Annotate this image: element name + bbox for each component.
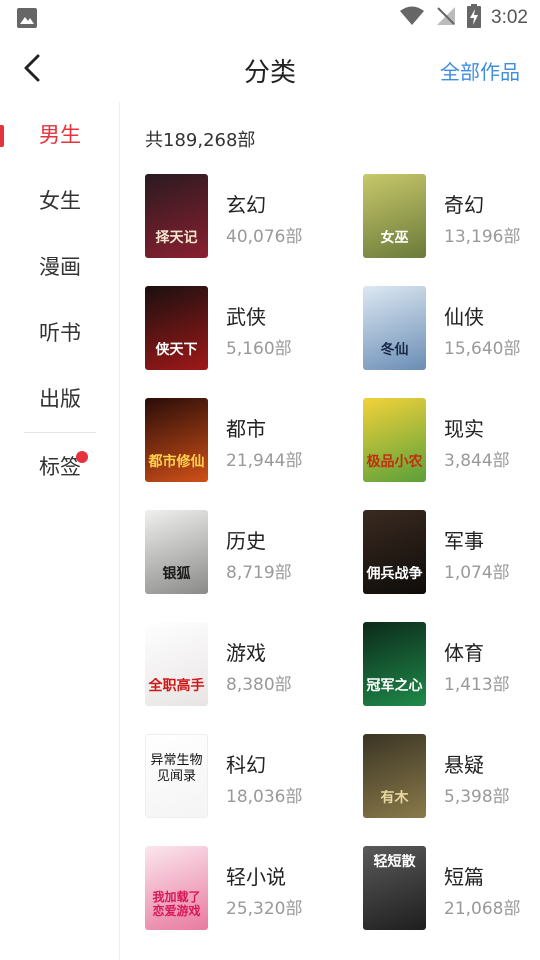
sidebar-item-label: 标签 xyxy=(39,455,81,479)
category-count: 25,320部 xyxy=(226,899,303,919)
category-item-xuanhuan[interactable]: 择天记 玄幻 40,076部 xyxy=(145,174,335,258)
category-name: 现实 xyxy=(444,417,484,441)
sidebar-item-label: 男生 xyxy=(39,123,81,147)
category-count: 18,036部 xyxy=(226,787,303,807)
category-item-dushi[interactable]: 都市修仙 都市 21,944部 xyxy=(145,398,335,482)
sidebar-item-label: 女生 xyxy=(39,189,81,213)
category-item-qingxiaoshuo[interactable]: 我加载了恋爱游戏 轻小说 25,320部 xyxy=(145,846,335,930)
sidebar-item-comics[interactable]: 漫画 xyxy=(0,236,120,296)
category-count: 21,944部 xyxy=(226,451,303,471)
total-count: 共189,268部 xyxy=(145,130,256,151)
category-name: 悬疑 xyxy=(444,753,484,777)
category-count: 40,076部 xyxy=(226,227,303,247)
cover-title: 侠天下 xyxy=(155,342,198,358)
category-count: 13,196部 xyxy=(444,227,521,247)
book-cover: 都市修仙 xyxy=(145,398,208,482)
category-name: 军事 xyxy=(444,529,484,553)
book-cover: 极品小农 xyxy=(363,398,426,482)
category-item-lishi[interactable]: 银狐 历史 8,719部 xyxy=(145,510,335,594)
book-cover: 佣兵战争 xyxy=(363,510,426,594)
category-name: 仙侠 xyxy=(444,305,484,329)
no-signal-icon xyxy=(435,5,457,31)
cover-title: 银狐 xyxy=(162,566,191,582)
sidebar-item-male[interactable]: 男生 xyxy=(0,104,120,164)
book-cover: 冬仙 xyxy=(363,286,426,370)
category-sidebar: 男生 女生 漫画 听书 出版 标签 xyxy=(0,102,120,960)
category-name: 体育 xyxy=(444,641,484,665)
category-name: 科幻 xyxy=(226,753,266,777)
book-cover: 异常生物见闻录 xyxy=(145,734,208,818)
notification-dot xyxy=(76,451,88,463)
book-cover: 择天记 xyxy=(145,174,208,258)
status-icons: 3:02 xyxy=(399,4,528,32)
cover-title: 冬仙 xyxy=(380,342,409,358)
cover-title: 极品小农 xyxy=(366,454,423,470)
book-cover: 银狐 xyxy=(145,510,208,594)
cover-title: 异常生物见闻录 xyxy=(150,753,203,784)
category-count: 5,160部 xyxy=(226,339,292,359)
back-button[interactable] xyxy=(14,50,50,86)
cover-title: 轻短散 xyxy=(373,854,416,870)
book-cover: 冠军之心 xyxy=(363,622,426,706)
category-count: 1,074部 xyxy=(444,563,510,583)
cover-title: 都市修仙 xyxy=(148,454,205,470)
book-cover: 女巫 xyxy=(363,174,426,258)
category-name: 奇幻 xyxy=(444,193,484,217)
book-cover: 全职高手 xyxy=(145,622,208,706)
category-name: 轻小说 xyxy=(226,865,286,889)
back-arrow-icon xyxy=(24,54,40,82)
category-item-xianxia[interactable]: 冬仙 仙侠 15,640部 xyxy=(363,286,540,370)
sidebar-item-publish[interactable]: 出版 xyxy=(0,368,120,428)
category-item-youxi[interactable]: 全职高手 游戏 8,380部 xyxy=(145,622,335,706)
cover-title: 我加载了恋爱游戏 xyxy=(152,890,201,918)
cover-title: 全职高手 xyxy=(148,678,205,694)
category-name: 游戏 xyxy=(226,641,266,665)
header: 分类 全部作品 xyxy=(0,36,540,102)
sidebar-item-label: 漫画 xyxy=(39,255,81,279)
sidebar-item-female[interactable]: 女生 xyxy=(0,170,120,230)
category-count: 21,068部 xyxy=(444,899,521,919)
active-indicator xyxy=(0,125,4,147)
image-icon xyxy=(16,7,38,29)
category-count: 3,844部 xyxy=(444,451,510,471)
book-cover: 轻短散 xyxy=(363,846,426,930)
cover-title: 有木 xyxy=(380,790,409,806)
cover-title: 择天记 xyxy=(155,230,198,246)
category-count: 5,398部 xyxy=(444,787,510,807)
category-item-qihuan[interactable]: 女巫 奇幻 13,196部 xyxy=(363,174,540,258)
category-name: 武侠 xyxy=(226,305,266,329)
sidebar-divider xyxy=(24,432,96,433)
wifi-icon xyxy=(399,5,425,31)
category-name: 历史 xyxy=(226,529,266,553)
book-cover: 我加载了恋爱游戏 xyxy=(145,846,208,930)
sidebar-item-audio[interactable]: 听书 xyxy=(0,302,120,362)
book-cover: 有木 xyxy=(363,734,426,818)
category-name: 短篇 xyxy=(444,865,484,889)
status-time: 3:02 xyxy=(491,7,528,28)
category-item-xuanyi[interactable]: 有木 悬疑 5,398部 xyxy=(363,734,540,818)
cover-title: 冠军之心 xyxy=(366,678,423,694)
sidebar-item-label: 听书 xyxy=(39,321,81,345)
category-item-tiyu[interactable]: 冠军之心 体育 1,413部 xyxy=(363,622,540,706)
status-bar: 3:02 xyxy=(0,0,540,36)
category-item-junshi[interactable]: 佣兵战争 军事 1,074部 xyxy=(363,510,540,594)
category-item-xianshi[interactable]: 极品小农 现实 3,844部 xyxy=(363,398,540,482)
book-cover: 侠天下 xyxy=(145,286,208,370)
category-item-duanpian[interactable]: 轻短散 短篇 21,068部 xyxy=(363,846,540,930)
cover-title: 佣兵战争 xyxy=(366,566,423,582)
category-name: 玄幻 xyxy=(226,193,266,217)
category-name: 都市 xyxy=(226,417,266,441)
category-item-wuxia[interactable]: 侠天下 武侠 5,160部 xyxy=(145,286,335,370)
all-works-link[interactable]: 全部作品 xyxy=(440,56,520,85)
category-item-kehuan[interactable]: 异常生物见闻录 科幻 18,036部 xyxy=(145,734,335,818)
sidebar-item-tags[interactable]: 标签 xyxy=(0,436,120,496)
battery-charging-icon xyxy=(467,4,482,32)
sidebar-item-label: 出版 xyxy=(39,387,81,411)
cover-title: 女巫 xyxy=(380,230,409,246)
category-count: 8,380部 xyxy=(226,675,292,695)
category-count: 8,719部 xyxy=(226,563,292,583)
category-count: 1,413部 xyxy=(444,675,510,695)
category-count: 15,640部 xyxy=(444,339,521,359)
